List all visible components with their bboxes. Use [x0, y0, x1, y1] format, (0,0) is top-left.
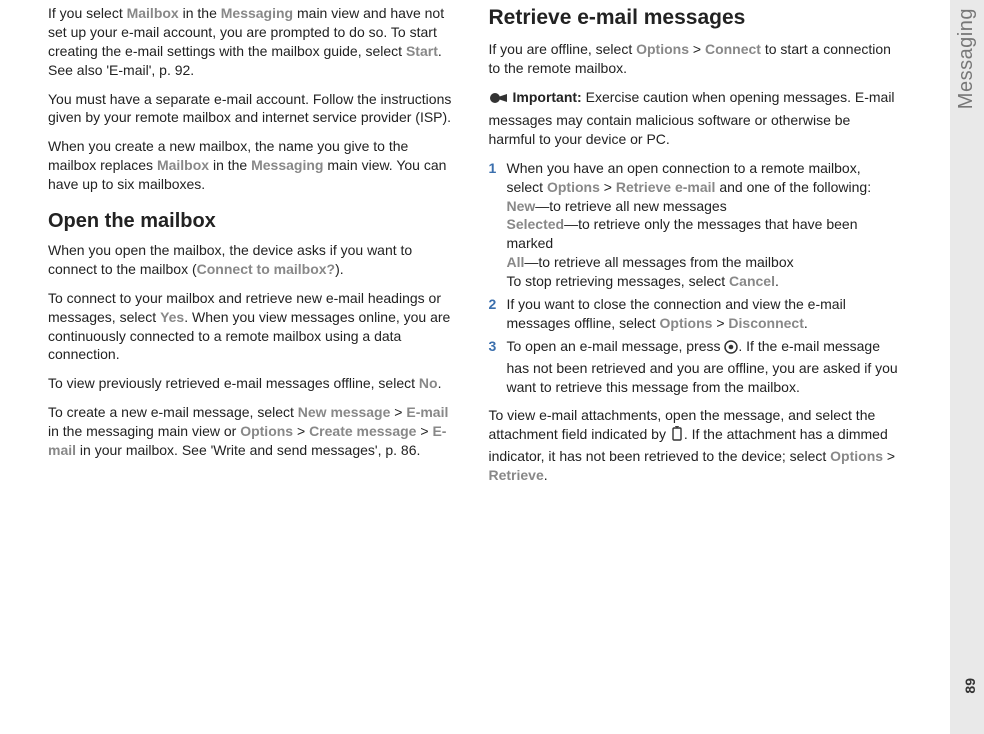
text: . [775, 273, 779, 289]
paragraph: To connect to your mailbox and retrieve … [48, 289, 459, 365]
ui-term: Mailbox [157, 157, 209, 173]
important-label: Important: [513, 89, 582, 105]
ui-term: Messaging [221, 5, 293, 21]
paragraph: When you create a new mailbox, the name … [48, 137, 459, 194]
ui-term: All [507, 254, 525, 270]
ui-term: Selected [507, 216, 565, 232]
ui-term: No [419, 375, 438, 391]
step-item: To open an e-mail message, press . If th… [489, 337, 900, 397]
text: > [883, 448, 895, 464]
text: To stop retrieving messages, select [507, 273, 730, 289]
text: If you are offline, select [489, 41, 637, 57]
heading-retrieve-email: Retrieve e-mail messages [489, 4, 900, 32]
ui-term: Options [240, 423, 293, 439]
text: . [544, 467, 548, 483]
ui-term: Options [660, 315, 713, 331]
text: —to retrieve all new messages [535, 198, 726, 214]
ui-term: Disconnect [728, 315, 803, 331]
ui-term: Messaging [251, 157, 323, 173]
paragraph: You must have a separate e-mail account.… [48, 90, 459, 128]
attachment-icon [670, 426, 684, 447]
ui-term: Mailbox [127, 5, 179, 21]
ui-term: Connect to mailbox? [197, 261, 335, 277]
scroll-key-icon [724, 340, 738, 359]
ui-term: E-mail [406, 404, 448, 420]
text: To open an e-mail message, press [507, 338, 725, 354]
paragraph: If you are offline, select Options > Con… [489, 40, 900, 78]
ui-term: Options [547, 179, 600, 195]
text: > [689, 41, 705, 57]
important-note: Important: Exercise caution when opening… [489, 88, 900, 149]
text: in the [209, 157, 251, 173]
ui-term: New message [298, 404, 391, 420]
chapter-name: Messaging [955, 8, 978, 109]
text: . [438, 375, 442, 391]
text: To view previously retrieved e-mail mess… [48, 375, 419, 391]
paragraph: To create a new e-mail message, select N… [48, 403, 459, 460]
paragraph: If you select Mailbox in the Messaging m… [48, 4, 459, 80]
text: ). [335, 261, 344, 277]
ui-term: New [507, 198, 536, 214]
step-item: If you want to close the connection and … [489, 295, 900, 333]
text: > [390, 404, 406, 420]
ui-term: Retrieve e-mail [616, 179, 716, 195]
heading-open-mailbox: Open the mailbox [48, 208, 459, 235]
step-item: When you have an open connection to a re… [489, 159, 900, 291]
ui-term: Cancel [729, 273, 775, 289]
ui-term: Yes [160, 309, 184, 325]
important-icon [489, 90, 509, 111]
text: in the messaging main view or [48, 423, 240, 439]
text: and one of the following: [715, 179, 871, 195]
content-columns: If you select Mailbox in the Messaging m… [0, 0, 984, 505]
ui-term: Options [636, 41, 689, 57]
draft-watermark: Draft [0, 571, 6, 634]
ui-term: Create message [309, 423, 416, 439]
text: in your mailbox. See 'Write and send mes… [76, 442, 420, 458]
ui-term: Options [830, 448, 883, 464]
text: —to retrieve all messages from the mailb… [524, 254, 793, 270]
manual-page: Messaging 89 Draft If you select Mailbox… [0, 0, 984, 734]
text: If you select [48, 5, 127, 21]
left-column: If you select Mailbox in the Messaging m… [48, 4, 459, 495]
paragraph: To view e-mail attachments, open the mes… [489, 406, 900, 485]
paragraph: To view previously retrieved e-mail mess… [48, 374, 459, 393]
steps-list: When you have an open connection to a re… [489, 159, 900, 397]
ui-term: Retrieve [489, 467, 544, 483]
text: in the [179, 5, 221, 21]
text: > [600, 179, 616, 195]
text: . [804, 315, 808, 331]
paragraph: When you open the mailbox, the device as… [48, 241, 459, 279]
ui-term: Start [406, 43, 438, 59]
text: To create a new e-mail message, select [48, 404, 298, 420]
ui-term: Connect [705, 41, 761, 57]
text: > [293, 423, 309, 439]
text: > [712, 315, 728, 331]
right-column: Retrieve e-mail messages If you are offl… [489, 4, 900, 495]
text: > [416, 423, 432, 439]
page-number: 89 [962, 678, 978, 694]
